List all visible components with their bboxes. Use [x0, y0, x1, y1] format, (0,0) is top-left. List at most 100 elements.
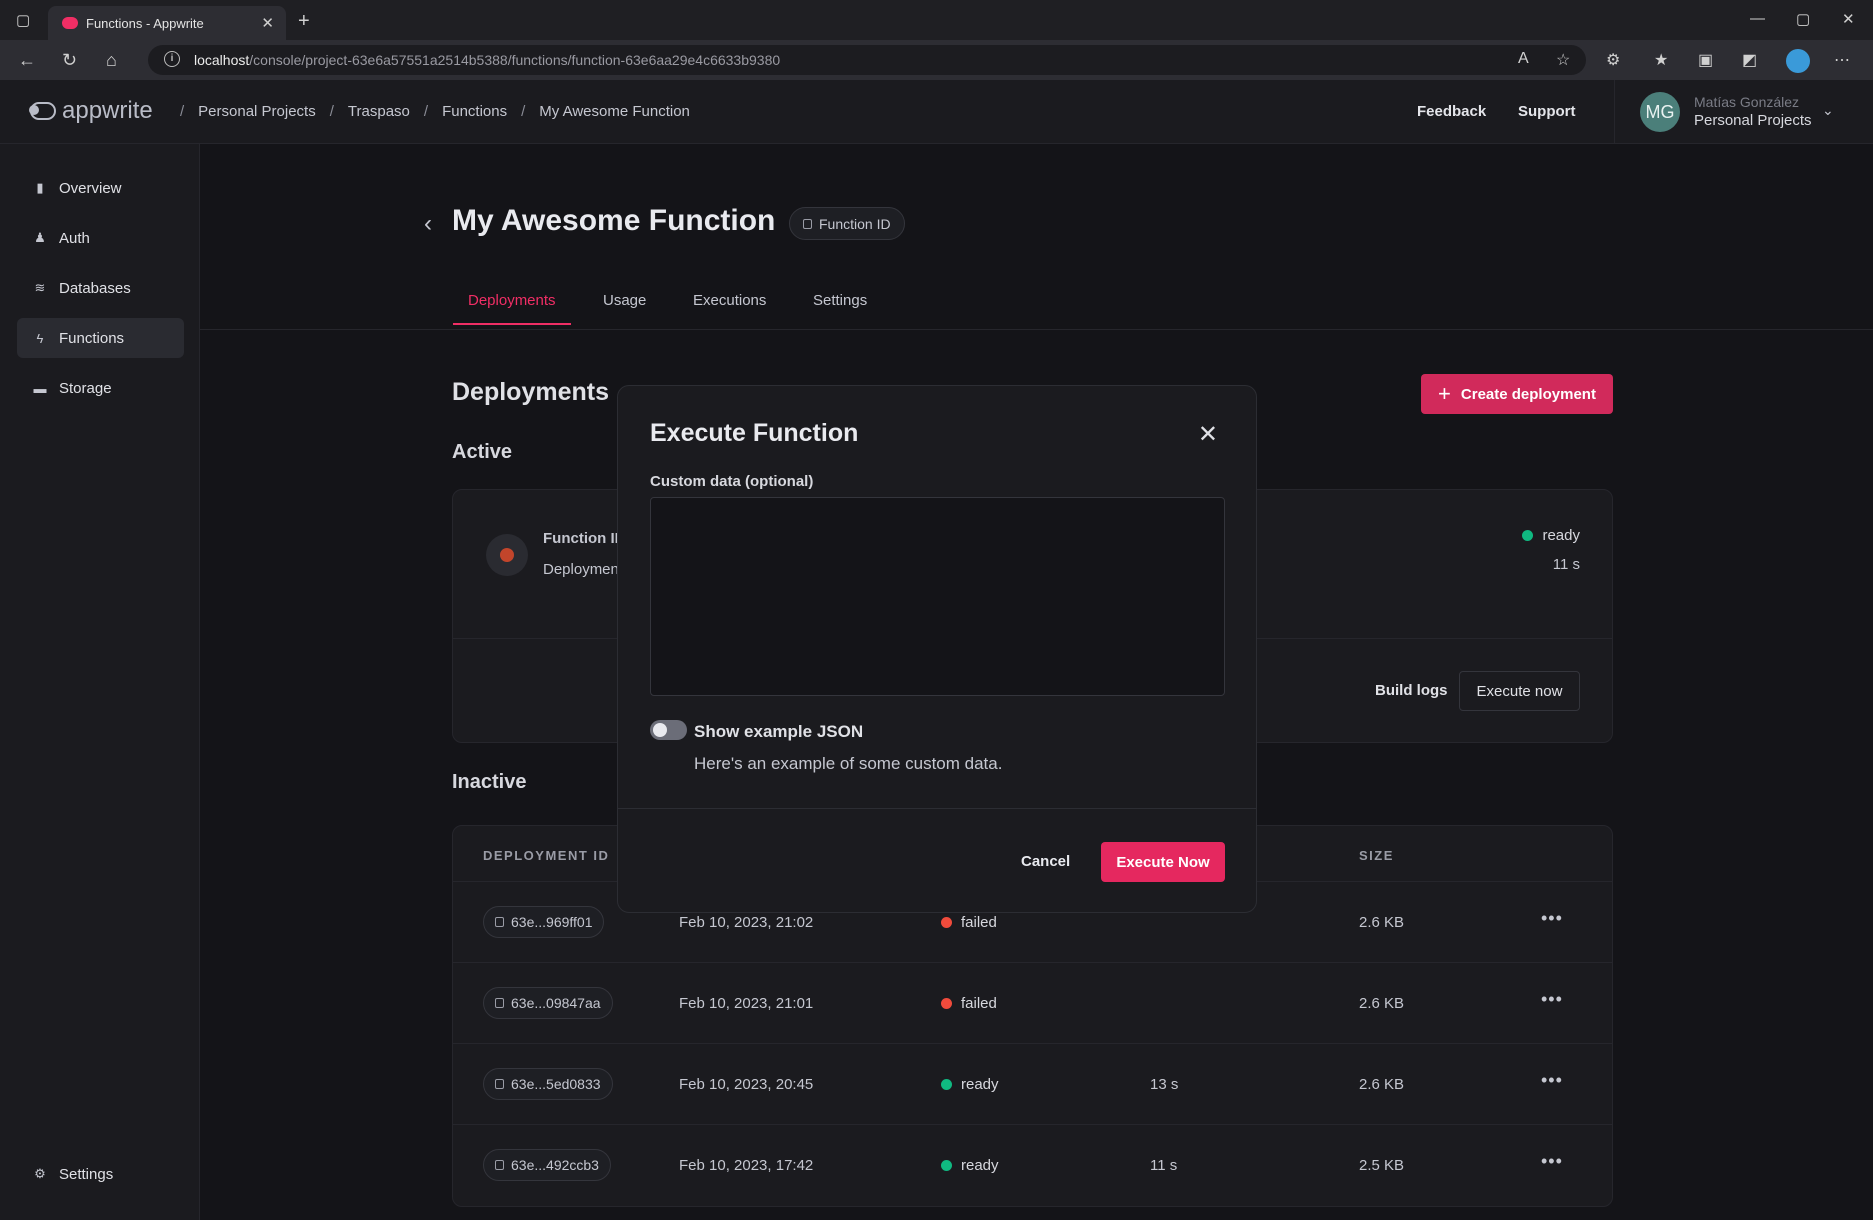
create-deployment-button[interactable]: + Create deployment: [1421, 374, 1613, 414]
back-icon[interactable]: ←: [18, 50, 36, 71]
toggle-label: Show example JSON: [694, 722, 864, 741]
ready-dot-icon: [941, 1079, 952, 1090]
deployment-duration: 11 s: [1150, 1157, 1178, 1174]
table-row[interactable]: 63e...492ccb3 Feb 10, 2023, 17:42 ready …: [453, 1124, 1612, 1205]
section-title: Deployments: [452, 378, 609, 406]
maximize-icon[interactable]: ▢: [1796, 10, 1810, 28]
build-logs-button[interactable]: Build logs: [1375, 682, 1448, 699]
modal-title: Execute Function: [650, 419, 859, 447]
tab-usage[interactable]: Usage: [603, 292, 646, 323]
home-icon[interactable]: ⌂: [106, 50, 117, 71]
user-org: Personal Projects: [1694, 112, 1812, 129]
avatar[interactable]: MG: [1640, 92, 1680, 132]
gear-icon: ⚙: [34, 1166, 46, 1181]
execute-now-modal-button[interactable]: Execute Now: [1101, 842, 1225, 882]
copy-icon: [495, 1160, 504, 1170]
table-row[interactable]: 63e...5ed0833 Feb 10, 2023, 20:45 ready …: [453, 1043, 1612, 1124]
inactive-title: Inactive: [452, 771, 527, 793]
more-options-icon[interactable]: •••: [1541, 908, 1563, 929]
status-badge: failed: [941, 914, 997, 931]
copy-icon: [803, 218, 812, 229]
sidebar-item-databases[interactable]: ≋ Databases: [17, 268, 184, 308]
feedback-button[interactable]: Feedback: [1417, 103, 1486, 120]
card-deployment-label: Deploymen: [543, 561, 619, 578]
browser-toolbar: ← ↻ ⌂ i localhost/console/project-63e6a5…: [0, 40, 1873, 80]
bar-chart-icon: ▮: [36, 180, 44, 195]
function-id-badge[interactable]: Function ID: [789, 207, 905, 240]
favorites-icon[interactable]: ★: [1654, 50, 1668, 70]
favorite-icon[interactable]: ☆: [1556, 50, 1570, 70]
extensions-icon[interactable]: ⚙: [1606, 50, 1620, 70]
deployment-id-badge[interactable]: 63e...09847aa: [483, 987, 613, 1019]
cancel-button[interactable]: Cancel: [1021, 853, 1070, 870]
users-icon: ♟: [34, 230, 46, 245]
status-badge: failed: [941, 995, 997, 1012]
reload-icon[interactable]: ↻: [62, 50, 77, 71]
ready-dot-icon: [941, 1160, 952, 1171]
page-title: My Awesome Function: [452, 204, 776, 237]
status-badge: ready: [1522, 527, 1580, 544]
profile-icon[interactable]: [1786, 49, 1810, 73]
breadcrumb-functions[interactable]: Functions: [442, 103, 507, 120]
breadcrumb-org[interactable]: Personal Projects: [198, 103, 316, 120]
more-options-icon[interactable]: •••: [1541, 1070, 1563, 1091]
deployment-date: Feb 10, 2023, 20:45: [679, 1076, 814, 1093]
info-icon[interactable]: i: [164, 51, 180, 67]
sidebar: ▮ Overview ♟ Auth ≋ Databases ϟ Function…: [0, 144, 200, 1220]
breadcrumb-project[interactable]: Traspaso: [348, 103, 410, 120]
more-options-icon[interactable]: •••: [1541, 1151, 1563, 1172]
execute-now-button[interactable]: Execute now: [1459, 671, 1580, 711]
read-aloud-icon[interactable]: A: [1518, 50, 1529, 68]
address-bar[interactable]: i localhost/console/project-63e6a57551a2…: [148, 45, 1586, 75]
appwrite-favicon-icon: [62, 17, 78, 29]
browser-tab-title: Functions - Appwrite: [86, 16, 204, 31]
user-name: Matías González: [1694, 94, 1800, 110]
failed-dot-icon: [941, 917, 952, 928]
sidebar-item-storage[interactable]: ▬ Storage: [17, 368, 184, 408]
deployment-id-badge[interactable]: 63e...492ccb3: [483, 1149, 611, 1181]
browser-tab[interactable]: Functions - Appwrite ✕: [48, 6, 286, 40]
collections-icon[interactable]: ▣: [1698, 50, 1713, 70]
sidebar-item-overview[interactable]: ▮ Overview: [17, 168, 184, 208]
show-example-toggle[interactable]: [650, 720, 687, 740]
sidebar-item-functions[interactable]: ϟ Functions: [17, 318, 184, 358]
deployment-date: Feb 10, 2023, 21:02: [679, 914, 814, 931]
browser-essentials-icon[interactable]: ◩: [1742, 50, 1757, 70]
deployment-date: Feb 10, 2023, 17:42: [679, 1157, 814, 1174]
tab-actions-icon[interactable]: ▢: [16, 13, 30, 28]
support-button[interactable]: Support: [1518, 103, 1576, 120]
deployment-id-badge[interactable]: 63e...969ff01: [483, 906, 605, 938]
tab-executions[interactable]: Executions: [693, 292, 766, 323]
tab-deployments[interactable]: Deployments: [453, 292, 571, 325]
column-header-size: SIZE: [1359, 848, 1394, 863]
deployment-size: 2.6 KB: [1359, 995, 1405, 1012]
breadcrumb: / Personal Projects / Traspaso / Functio…: [180, 103, 690, 120]
failed-dot-icon: [941, 998, 952, 1009]
ready-dot-icon: [1522, 530, 1534, 541]
chevron-down-icon[interactable]: ⌄: [1822, 102, 1834, 119]
sidebar-item-settings[interactable]: ⚙ Settings: [17, 1154, 184, 1194]
table-row[interactable]: 63e...09847aa Feb 10, 2023, 21:01 failed…: [453, 962, 1612, 1043]
minimize-icon[interactable]: —: [1750, 10, 1765, 27]
custom-data-textarea[interactable]: [650, 497, 1225, 696]
deployment-date: Feb 10, 2023, 21:01: [679, 995, 814, 1012]
function-tabs: Deployments Usage Executions Settings: [200, 280, 1873, 330]
new-tab-icon[interactable]: +: [298, 11, 310, 31]
close-tab-icon[interactable]: ✕: [261, 14, 274, 32]
close-icon[interactable]: ✕: [1198, 420, 1218, 449]
copy-icon: [495, 917, 504, 927]
deployment-duration: 13 s: [1150, 1076, 1179, 1093]
sidebar-item-auth[interactable]: ♟ Auth: [17, 218, 184, 258]
more-options-icon[interactable]: •••: [1541, 989, 1563, 1010]
tab-settings[interactable]: Settings: [813, 292, 867, 323]
status-badge: ready: [941, 1076, 999, 1093]
appwrite-logo[interactable]: appwrite: [29, 97, 153, 125]
plus-icon: +: [1438, 381, 1451, 406]
back-icon[interactable]: ‹: [424, 210, 432, 238]
build-duration: 11 s: [1552, 556, 1580, 573]
deployment-id-badge[interactable]: 63e...5ed0833: [483, 1068, 613, 1100]
browser-tab-bar: ▢ Functions - Appwrite ✕ + — ▢ ✕: [0, 0, 1873, 40]
more-icon[interactable]: ⋯: [1834, 50, 1850, 70]
url-text: localhost/console/project-63e6a57551a251…: [194, 52, 781, 68]
close-window-icon[interactable]: ✕: [1842, 10, 1855, 28]
